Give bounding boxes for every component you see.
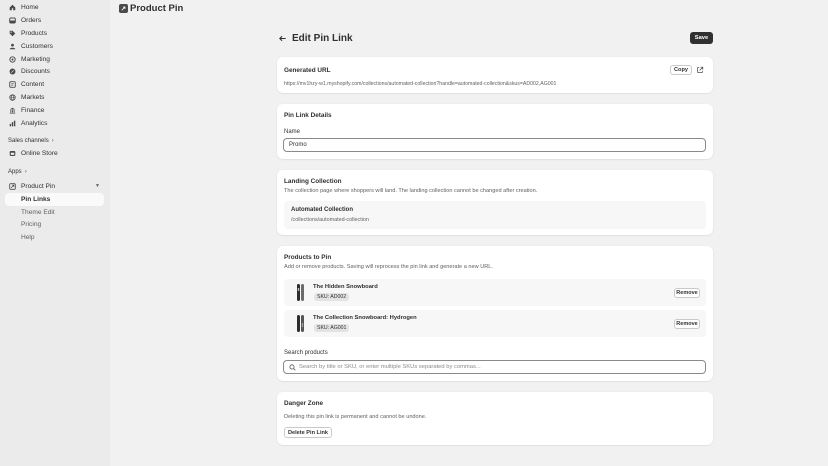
discount-icon [9, 68, 16, 75]
sidebar-item-label: Discounts [21, 68, 50, 76]
sidebar-subitem-pin-links[interactable]: Pin Links [5, 192, 104, 206]
card-title: Products to Pin [284, 254, 332, 261]
copy-button[interactable]: Copy [670, 65, 692, 75]
sales-channels-header[interactable]: Sales channels › [0, 135, 110, 147]
app-title: Product Pin [130, 3, 184, 14]
search-placeholder: Search by title or SKU, or enter multipl… [299, 364, 481, 370]
caret-down-icon: ▼ [95, 183, 100, 190]
products-description: Add or remove products. Saving will repr… [284, 264, 493, 270]
sales-channels-label: Sales channels [8, 137, 49, 144]
person-icon [9, 43, 16, 50]
sidebar-item-orders[interactable]: Orders [0, 14, 110, 27]
sidebar-subitem-label: Pricing [21, 221, 42, 229]
sidebar-item-label: Home [21, 3, 39, 11]
page-title: Edit Pin Link [292, 32, 353, 44]
sidebar-item-label: Customers [21, 42, 53, 50]
sidebar-item-label: Analytics [21, 119, 48, 127]
products-to-pin-card: Products to Pin Add or remove products. … [277, 246, 713, 381]
sidebar-item-products[interactable]: Products [0, 27, 110, 40]
card-title: Danger Zone [284, 400, 324, 407]
sidebar-subitem-pricing[interactable]: Pricing [0, 218, 110, 231]
sidebar-item-markets[interactable]: Markets [0, 91, 110, 104]
external-link-icon[interactable] [696, 66, 704, 74]
store-icon [9, 150, 16, 157]
app-icon [9, 183, 16, 190]
chart-icon [9, 120, 16, 127]
product-row: The Hidden Snowboard SKU: AD002 Remove [284, 279, 706, 306]
danger-description: Deleting this pin link is permanent and … [284, 414, 427, 420]
sidebar-subitem-theme-edit[interactable]: Theme Edit [0, 206, 110, 219]
sidebar-subitem-label: Theme Edit [21, 208, 55, 216]
sidebar-item-online-store[interactable]: Online Store [0, 147, 110, 160]
sidebar-item-label: Markets [21, 94, 45, 102]
sidebar-item-label: Product Pin [21, 182, 56, 190]
remove-button[interactable]: Remove [674, 319, 700, 329]
sidebar-subitem-label: Pin Links [21, 195, 51, 203]
sidebar-item-label: Finance [21, 107, 45, 115]
landing-description: The collection page where shoppers will … [284, 188, 538, 194]
search-products-label: Search products [284, 350, 328, 356]
card-title: Pin Link Details [284, 112, 332, 119]
name-label: Name [284, 129, 301, 135]
home-icon [9, 4, 16, 11]
danger-zone-card: Danger Zone Deleting this pin link is pe… [277, 392, 713, 445]
sidebar-subitem-label: Help [21, 234, 35, 242]
generated-url-card: Generated URL Copy https://mv1hzy-w1.mys… [277, 57, 713, 93]
content-icon [9, 81, 16, 89]
save-button[interactable]: Save [690, 32, 713, 44]
sidebar-item-label: Products [21, 29, 48, 37]
sidebar-item-analytics[interactable]: Analytics [0, 117, 110, 130]
name-input[interactable]: Promo [283, 138, 706, 152]
sku-badge: SKU: AD002 [314, 293, 350, 301]
app-logo-icon [119, 4, 128, 13]
sidebar-item-label: Content [21, 81, 45, 89]
sidebar-item-label: Marketing [21, 55, 50, 63]
landing-collection-card: Landing Collection The collection page w… [277, 170, 713, 235]
sidebar-subitem-help[interactable]: Help [0, 231, 110, 244]
search-products-input[interactable]: Search by title or SKU, or enter multipl… [283, 360, 706, 374]
app-title-bar: Product Pin [119, 3, 183, 14]
globe-icon [9, 94, 16, 101]
orders-icon [9, 17, 16, 24]
landing-collection-box: Automated Collection /collections/automa… [284, 201, 706, 229]
product-name: The Hidden Snowboard [313, 284, 378, 290]
page-header: Edit Pin Link Save [278, 32, 713, 44]
tag-icon [9, 30, 16, 37]
collection-path: /collections/automated-collection [291, 217, 369, 223]
sidebar-item-label: Orders [21, 16, 42, 24]
generated-url-text: https://mv1hzy-w1.myshopify.com/collecti… [284, 81, 557, 87]
sidebar-item-finance[interactable]: Finance [0, 104, 110, 117]
target-icon [9, 55, 16, 63]
remove-button[interactable]: Remove [674, 288, 700, 298]
apps-label: Apps [8, 168, 22, 175]
chevron-right-icon: › [51, 137, 54, 144]
back-arrow-icon[interactable] [278, 33, 288, 43]
product-name: The Collection Snowboard: Hydrogen [313, 315, 417, 321]
sidebar-item-discounts[interactable]: Discounts [0, 65, 110, 78]
sidebar-item-home[interactable]: Home [0, 1, 110, 14]
collection-title: Automated Collection [291, 207, 354, 213]
card-title: Landing Collection [284, 178, 342, 185]
snowboard-thumbnail [292, 283, 309, 302]
sidebar-item-marketing[interactable]: Marketing [0, 53, 110, 66]
sidebar: Home Orders Products Customers Marketing… [0, 0, 110, 466]
snowboard-thumbnail [292, 314, 309, 333]
pin-link-details-card: Pin Link Details Name Promo [277, 104, 713, 159]
sidebar-item-customers[interactable]: Customers [0, 40, 110, 53]
sidebar-item-label: Online Store [21, 149, 58, 157]
search-icon [289, 363, 296, 371]
sku-badge: SKU: AG001 [314, 324, 350, 332]
apps-header[interactable]: Apps › [0, 166, 110, 178]
name-input-value: Promo [289, 142, 307, 148]
card-title: Generated URL [284, 67, 331, 74]
product-row: The Collection Snowboard: Hydrogen SKU: … [284, 310, 706, 337]
sidebar-item-content[interactable]: Content [0, 78, 110, 91]
sidebar-item-product-pin[interactable]: Product Pin ▼ [0, 180, 110, 193]
bank-icon [9, 107, 16, 114]
chevron-right-icon: › [24, 168, 27, 175]
delete-pin-link-button[interactable]: Delete Pin Link [284, 427, 332, 438]
